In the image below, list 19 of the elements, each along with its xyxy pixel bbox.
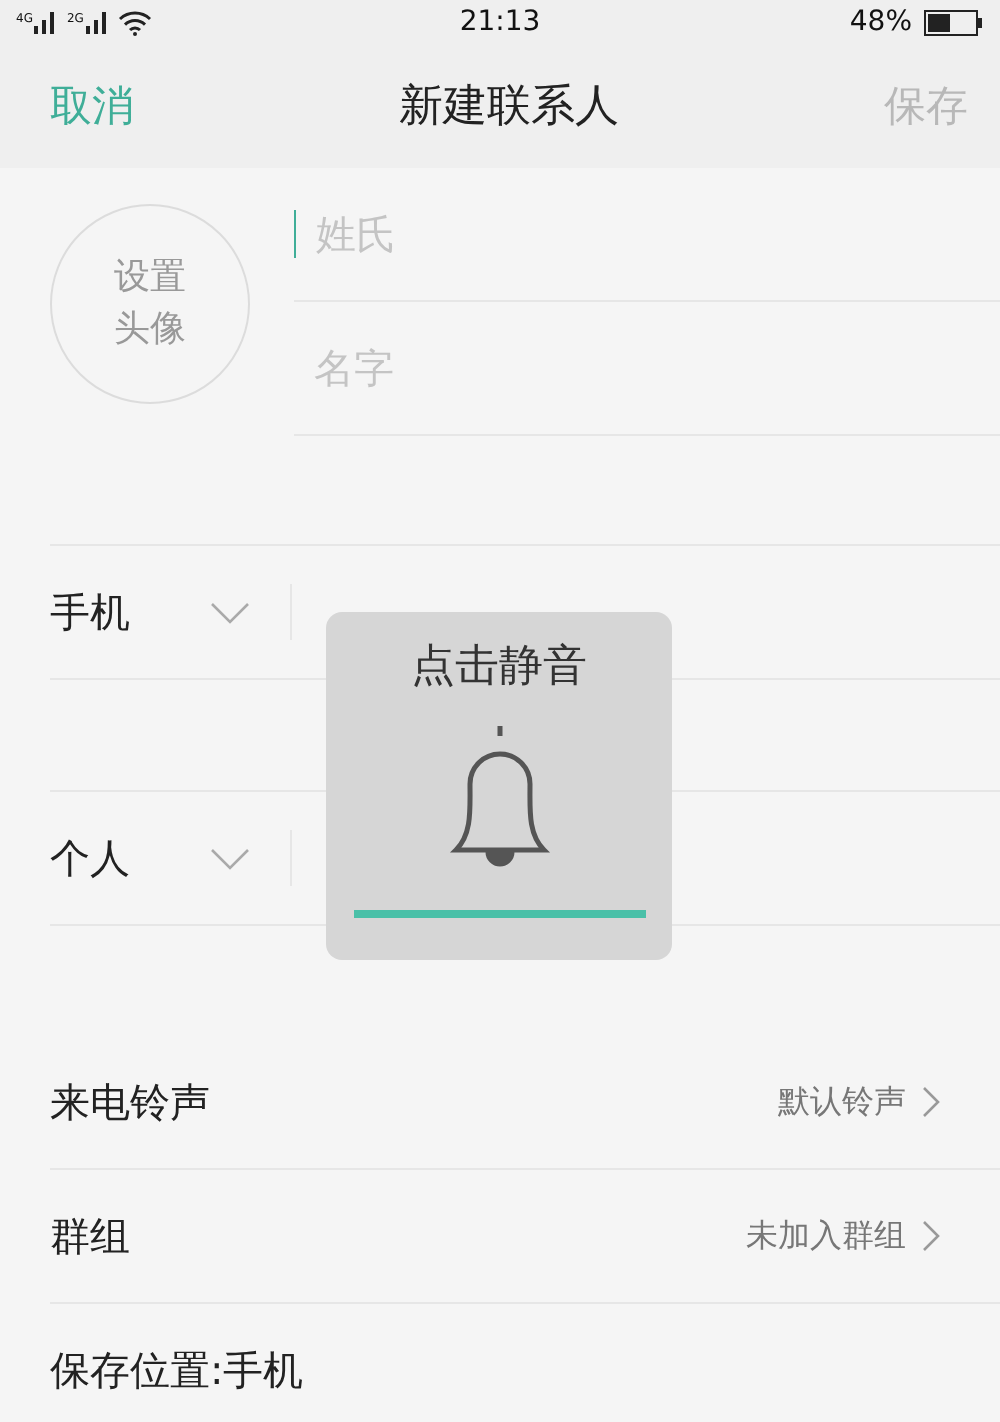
battery-icon bbox=[924, 9, 984, 35]
toast-message: 点击静音 bbox=[411, 640, 587, 696]
battery-percent: 48% bbox=[849, 6, 912, 38]
chevron-down-icon[interactable] bbox=[210, 601, 250, 623]
clock-time: 21:13 bbox=[459, 6, 541, 38]
setting-label[interactable]: 群组 bbox=[50, 1209, 130, 1263]
setting-value[interactable]: 默认铃声 bbox=[778, 1081, 906, 1123]
signal-icon bbox=[34, 11, 59, 33]
screen-title: 新建联系人 bbox=[399, 80, 619, 136]
chevron-down-icon[interactable] bbox=[210, 847, 250, 869]
type-label[interactable]: 个人 bbox=[50, 831, 210, 885]
setting-label[interactable]: 来电铃声 bbox=[50, 1075, 210, 1129]
storage-location[interactable]: 保存位置:手机 bbox=[50, 1343, 304, 1397]
signal-icon bbox=[85, 11, 110, 33]
setting-value[interactable]: 未加入群组 bbox=[746, 1215, 906, 1257]
chevron-right-icon bbox=[922, 1086, 940, 1118]
chevron-right-icon bbox=[922, 1220, 940, 1252]
wifi-icon bbox=[117, 9, 152, 35]
type-label[interactable]: 手机 bbox=[50, 585, 210, 639]
